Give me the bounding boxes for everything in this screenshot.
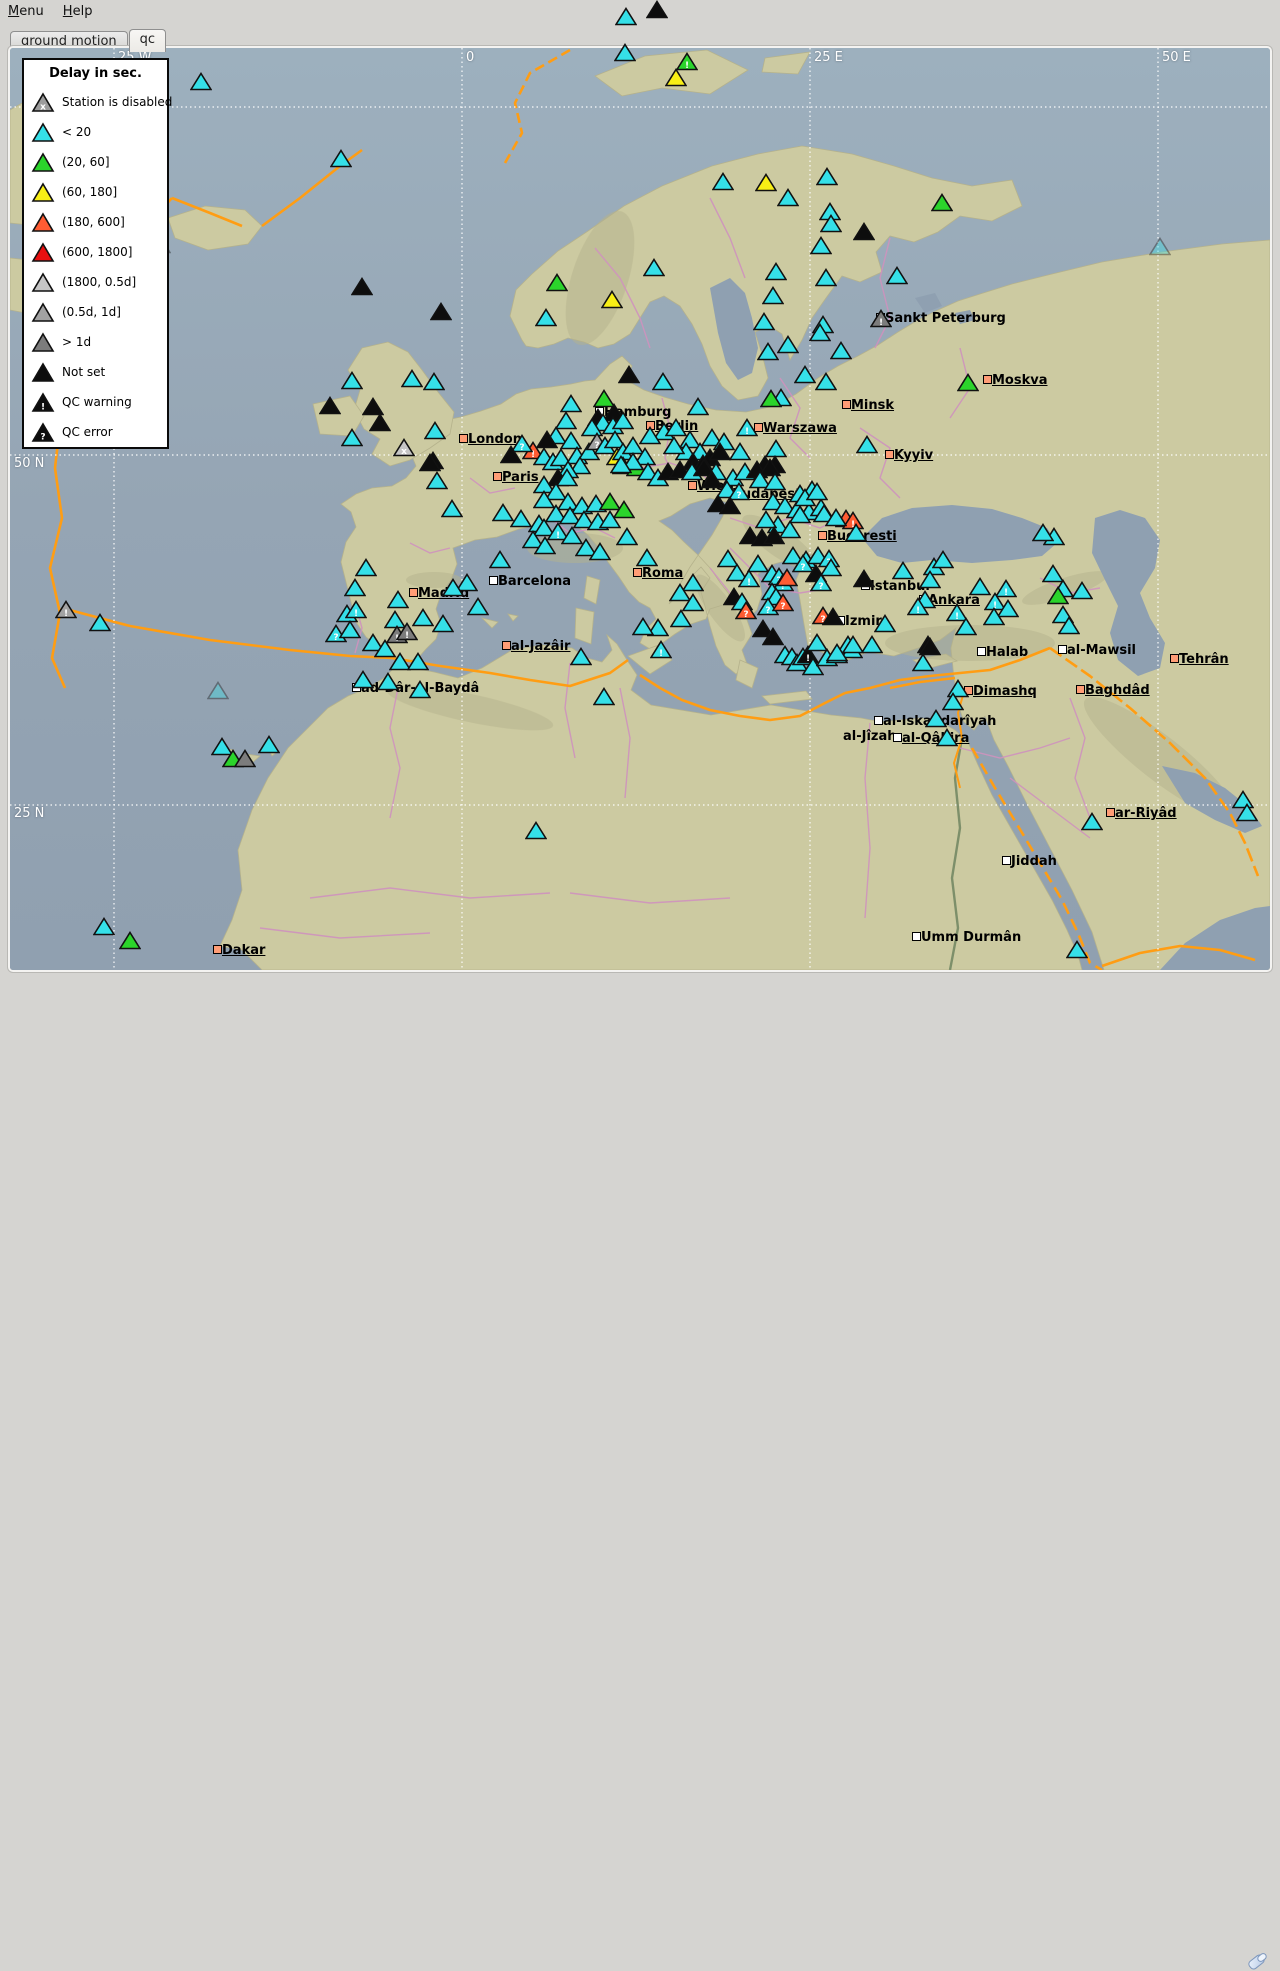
- legend-item: Not set: [31, 360, 164, 386]
- legend-item-label: (1800, 0.5d]: [62, 275, 136, 289]
- legend-triangle-icon: ?: [31, 422, 55, 443]
- legend-item-label: (180, 600]: [62, 215, 125, 229]
- legend-triangle-icon: [31, 152, 55, 173]
- legend-item: ! QC warning: [31, 390, 164, 416]
- map-frame: [8, 46, 1272, 972]
- map-image: [10, 48, 1270, 970]
- legend-item-label: (0.5d, 1d]: [62, 305, 121, 319]
- menu-button[interactable]: Menu: [8, 4, 44, 19]
- legend-item: > 1d: [31, 330, 164, 356]
- menu-bar: Menu Help: [0, 0, 1280, 22]
- map-canvas[interactable]: [10, 48, 1270, 970]
- legend-item-label: QC error: [62, 425, 113, 439]
- legend-triangle-icon: [31, 212, 55, 233]
- legend-item: (180, 600]: [31, 210, 164, 236]
- legend-item: (600, 1800]: [31, 240, 164, 266]
- svg-text:?: ?: [40, 433, 45, 443]
- svg-text:!: !: [41, 403, 45, 413]
- legend-triangle-icon: [31, 182, 55, 203]
- legend-item: (1800, 0.5d]: [31, 270, 164, 296]
- legend-triangle-icon: !: [31, 392, 55, 413]
- legend-triangle-icon: [31, 122, 55, 143]
- legend-item: xStation is disabled: [31, 90, 164, 116]
- legend-item: ? QC error: [31, 420, 164, 446]
- status-bar: [0, 972, 1280, 1004]
- legend-triangle-icon: [31, 272, 55, 293]
- legend-item-label: < 20: [62, 125, 91, 139]
- legend-item-label: Not set: [62, 365, 105, 379]
- legend-item: < 20: [31, 120, 164, 146]
- legend-item-label: QC warning: [62, 395, 132, 409]
- legend-triangle-icon: [31, 362, 55, 383]
- legend-item: (0.5d, 1d]: [31, 300, 164, 326]
- help-button[interactable]: Help: [63, 4, 93, 19]
- legend-item-label: > 1d: [62, 335, 91, 349]
- legend-title: Delay in sec.: [24, 66, 167, 81]
- svg-text:x: x: [40, 103, 46, 113]
- resize-grip-icon[interactable]: [1246, 1953, 1268, 1969]
- legend-item-label: Station is disabled: [62, 95, 172, 109]
- tab-qc[interactable]: qc: [129, 29, 166, 52]
- legend-triangle-icon: x: [31, 92, 55, 113]
- legend-item-label: (20, 60]: [62, 155, 110, 169]
- delay-legend: Delay in sec. xStation is disabled< 20(2…: [22, 58, 169, 449]
- legend-triangle-icon: [31, 332, 55, 353]
- legend-item: (20, 60]: [31, 150, 164, 176]
- legend-triangle-icon: [31, 302, 55, 323]
- legend-item: (60, 180]: [31, 180, 164, 206]
- legend-item-label: (60, 180]: [62, 185, 117, 199]
- legend-item-label: (600, 1800]: [62, 245, 132, 259]
- legend-triangle-icon: [31, 242, 55, 263]
